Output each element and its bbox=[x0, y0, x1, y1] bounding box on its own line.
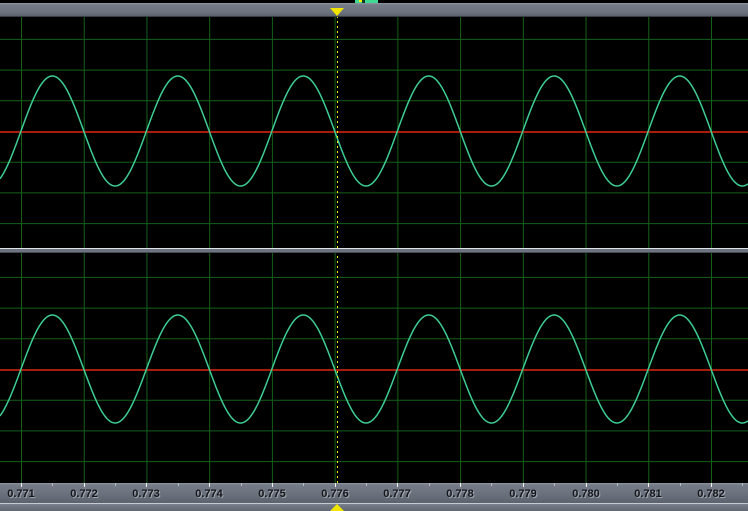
plot-panel-channel-1[interactable] bbox=[0, 16, 748, 248]
x-axis-major-tick bbox=[648, 483, 649, 487]
x-axis-label: 0.777 bbox=[383, 488, 411, 500]
x-axis-major-tick bbox=[460, 483, 461, 487]
x-axis-label: 0.781 bbox=[634, 488, 662, 500]
x-axis-minor-tick bbox=[52, 483, 53, 486]
x-axis-major-tick bbox=[272, 483, 273, 487]
x-axis-label: 0.773 bbox=[132, 488, 160, 500]
x-axis-minor-tick bbox=[241, 483, 242, 486]
x-axis-minor-tick bbox=[178, 483, 179, 486]
time-axis-ruler[interactable]: 0.771 0.772 0.773 0.774 0.775 0.776 0.777 0.778… bbox=[0, 483, 748, 503]
x-axis-minor-tick bbox=[680, 483, 681, 486]
top-cursor-ruler[interactable] bbox=[0, 3, 748, 17]
x-axis-major-tick bbox=[209, 483, 210, 487]
x-axis-major-tick bbox=[84, 483, 85, 487]
x-axis-minor-tick bbox=[617, 483, 618, 486]
waveform-viewer-window: 0.771 0.772 0.773 0.774 0.775 0.776 0.777 0.778… bbox=[0, 0, 748, 511]
x-axis-major-tick bbox=[146, 483, 147, 487]
panel-splitter[interactable] bbox=[0, 248, 748, 253]
x-axis-minor-tick bbox=[115, 483, 116, 486]
x-axis-major-tick bbox=[523, 483, 524, 487]
waveform-plot-channel-2 bbox=[0, 253, 748, 483]
x-axis-major-tick bbox=[335, 483, 336, 487]
x-axis-minor-tick bbox=[554, 483, 555, 486]
x-axis-label: 0.771 bbox=[7, 488, 35, 500]
waveform-plot-channel-1 bbox=[0, 16, 748, 248]
x-axis-label: 0.772 bbox=[70, 488, 98, 500]
plot-panel-channel-2[interactable] bbox=[0, 253, 748, 483]
x-axis-label: 0.775 bbox=[258, 488, 286, 500]
x-axis-label: 0.779 bbox=[509, 488, 537, 500]
x-axis-minor-tick bbox=[742, 483, 743, 486]
x-axis-minor-tick bbox=[366, 483, 367, 486]
x-axis-minor-tick bbox=[491, 483, 492, 486]
x-axis-label: 0.778 bbox=[446, 488, 474, 500]
x-axis-minor-tick bbox=[429, 483, 430, 486]
x-axis-major-tick bbox=[586, 483, 587, 487]
x-axis-label: 0.782 bbox=[697, 488, 725, 500]
cursor-marker-bottom-icon[interactable] bbox=[330, 504, 344, 511]
cursor-marker-top-icon[interactable] bbox=[330, 8, 344, 16]
x-axis-label: 0.780 bbox=[572, 488, 600, 500]
x-axis-minor-tick bbox=[303, 483, 304, 486]
x-axis-major-tick bbox=[711, 483, 712, 487]
x-axis-label: 0.776 bbox=[321, 488, 349, 500]
x-axis-major-tick bbox=[397, 483, 398, 487]
bottom-cursor-strip[interactable] bbox=[0, 504, 748, 511]
x-axis-major-tick bbox=[21, 483, 22, 487]
x-axis-label: 0.774 bbox=[195, 488, 223, 500]
